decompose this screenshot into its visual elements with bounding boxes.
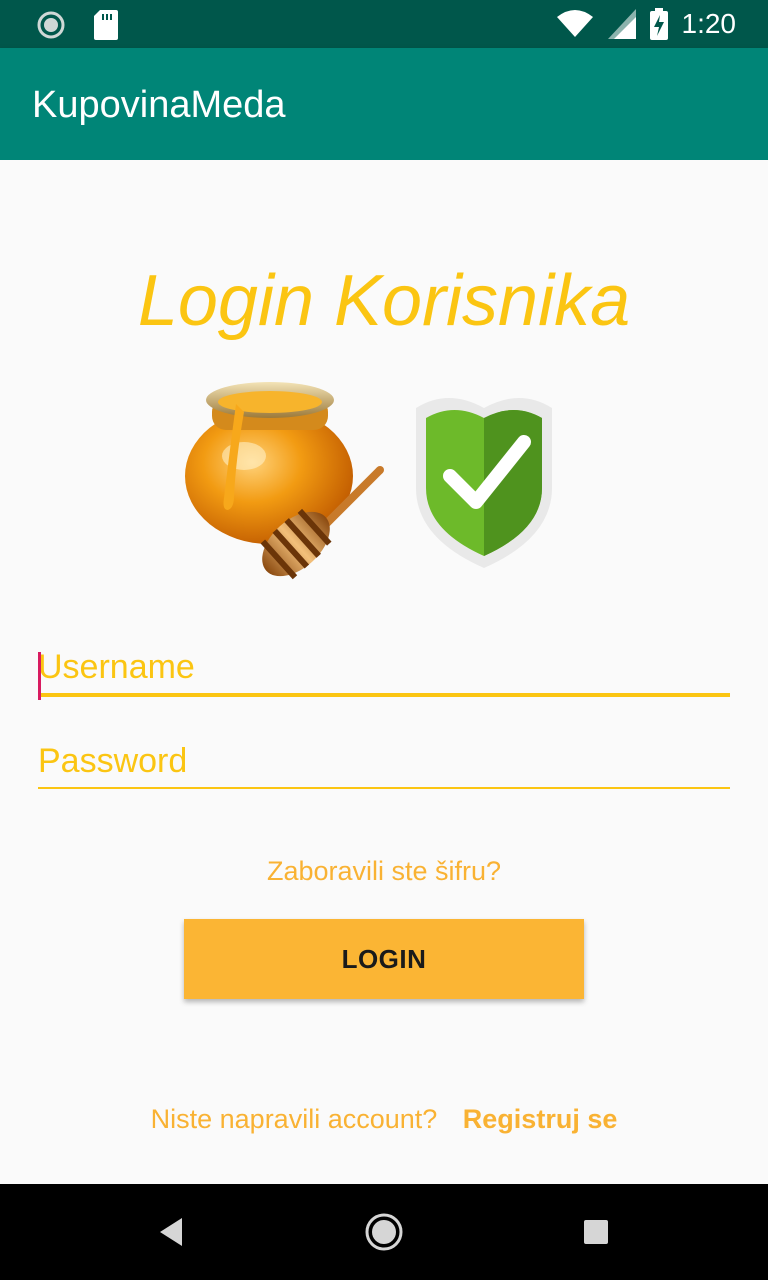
navigation-bar [0,1184,768,1280]
login-screen: Login Korisnika Username Zaboravili ste … [0,160,768,1184]
status-clock: 1:20 [681,8,737,39]
status-bar: 1:20 [0,0,768,48]
battery-charging-icon [649,8,668,40]
username-underline [38,693,730,697]
password-input[interactable] [38,742,730,787]
signup-row: Niste napravili account? Registruj se [0,1104,768,1135]
forgot-password-link[interactable]: Zaboravili ste šifru? [0,856,768,887]
username-input[interactable] [38,648,730,693]
username-field[interactable] [38,648,730,700]
login-heading: Login Korisnika [137,261,631,341]
status-bar-right: 1:20 [556,8,737,40]
app-title: KupovinaMeda [32,84,286,126]
home-icon[interactable] [360,1208,408,1256]
honey-pot-icon [185,382,384,580]
security-shield-check-icon [416,398,552,568]
cell-signal-icon [607,9,636,39]
recents-icon[interactable] [572,1208,620,1256]
sd-card-icon [94,10,118,40]
login-illustration [185,382,552,580]
status-bar-left [36,10,118,40]
loading-circle-icon [37,11,65,39]
text-cursor [38,652,41,700]
password-field[interactable] [38,742,730,789]
register-link[interactable]: Registruj se [463,1104,618,1134]
back-icon[interactable] [148,1208,196,1256]
password-underline [38,787,730,789]
no-account-text: Niste napravili account? [150,1104,438,1134]
login-button[interactable]: LOGIN [184,919,584,999]
app-bar: KupovinaMeda [0,48,768,160]
wifi-icon [556,10,593,37]
